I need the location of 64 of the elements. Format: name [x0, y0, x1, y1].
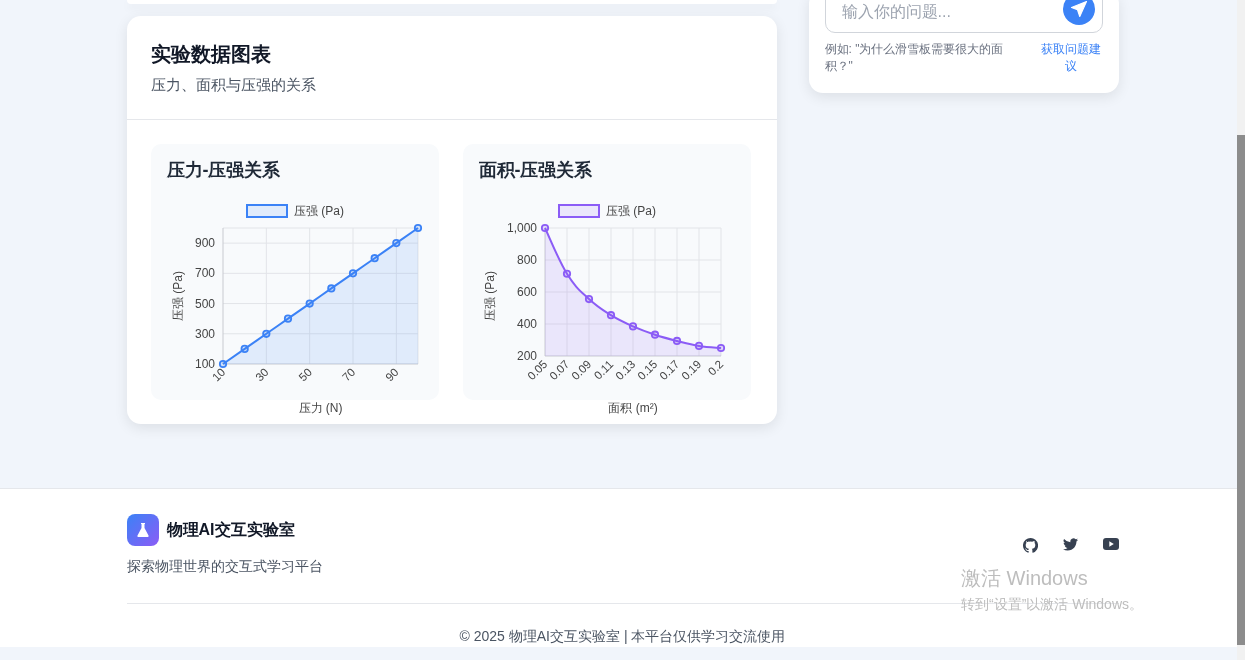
axis-tick-label: 500 — [194, 296, 215, 311]
youtube-icon — [1102, 537, 1119, 550]
data-point — [584, 294, 593, 303]
axis-tick-label: 900 — [194, 235, 215, 250]
axis-tick-label: 700 — [194, 265, 215, 280]
data-point — [391, 238, 400, 247]
example-question: 例如: "为什么滑雪板需要很大的面积？" — [824, 41, 1005, 75]
axis-title: 压力 (N) — [298, 400, 342, 415]
send-icon — [1069, 0, 1088, 18]
axis-tick-label: 1,000 — [506, 220, 537, 235]
axis-tick-label: 0.11 — [591, 357, 615, 382]
logo-icon — [126, 513, 159, 546]
twitter-icon — [1062, 537, 1078, 551]
question-input[interactable]: 输入你的问题... — [824, 0, 1103, 33]
github-icon — [1022, 537, 1038, 553]
axis-tick-label: 200 — [516, 348, 537, 363]
data-point — [348, 268, 357, 277]
activation-message: 转到“设置”以激活 Windows。 — [961, 595, 1143, 614]
axis-tick-label: 600 — [516, 284, 537, 299]
data-point — [672, 336, 681, 345]
axis-tick-label: 400 — [516, 316, 537, 331]
data-point — [326, 283, 335, 293]
data-point — [413, 223, 422, 232]
tagline: 探索物理世界的交互式学习平台 — [126, 556, 323, 576]
axis-title: 压强 (Pa) — [482, 270, 497, 321]
scrollbar[interactable] — [1237, 0, 1245, 660]
legend-label: 压强 (Pa) — [605, 203, 656, 218]
social-link[interactable] — [1102, 537, 1119, 553]
data-point — [261, 329, 270, 338]
data-point — [628, 321, 637, 330]
section-subtitle: 压力、面积与压强的关系 — [150, 75, 317, 95]
data-point — [606, 310, 615, 319]
data-point — [694, 341, 703, 350]
axis-tick-label: 30 — [252, 365, 271, 383]
section-title: 实验数据图表 — [150, 42, 272, 66]
data-point — [562, 269, 571, 278]
suggestion-link[interactable]: 获取问题建议 — [1038, 41, 1103, 75]
legend-swatch — [557, 203, 600, 218]
data-point — [540, 223, 549, 232]
chart-title: 压力-压强关系 — [165, 158, 282, 182]
axis-tick-label: 300 — [194, 326, 215, 341]
data-point — [716, 343, 725, 352]
data-point — [370, 253, 379, 262]
data-point — [283, 314, 292, 323]
legend-swatch — [245, 203, 288, 218]
axis-tick-label: 800 — [516, 252, 537, 267]
axis-title: 面积 (m²) — [607, 400, 658, 415]
axis-title: 压强 (Pa) — [170, 270, 185, 321]
data-point — [218, 359, 227, 368]
copyright-text: © 2025 物理AI交互实验室 | 本平台仅供学习交流使用 — [459, 626, 786, 646]
social-link[interactable] — [1062, 537, 1078, 553]
legend-label: 压强 (Pa) — [293, 203, 344, 218]
axis-tick-label: 50 — [296, 365, 314, 383]
axis-tick-label: 0.2 — [705, 357, 725, 378]
data-point — [305, 298, 314, 308]
axis-tick-label: 100 — [194, 356, 215, 371]
axis-tick-label: 70 — [339, 365, 357, 383]
axis-tick-label: 90 — [382, 365, 401, 383]
social-link[interactable] — [1022, 537, 1038, 553]
brand-name: 物理AI交互实验室 — [166, 519, 295, 540]
activation-title: 激活 Windows — [961, 566, 1089, 590]
data-point — [650, 330, 659, 339]
data-point — [240, 344, 249, 353]
chart-title: 面积-压强关系 — [477, 158, 594, 182]
